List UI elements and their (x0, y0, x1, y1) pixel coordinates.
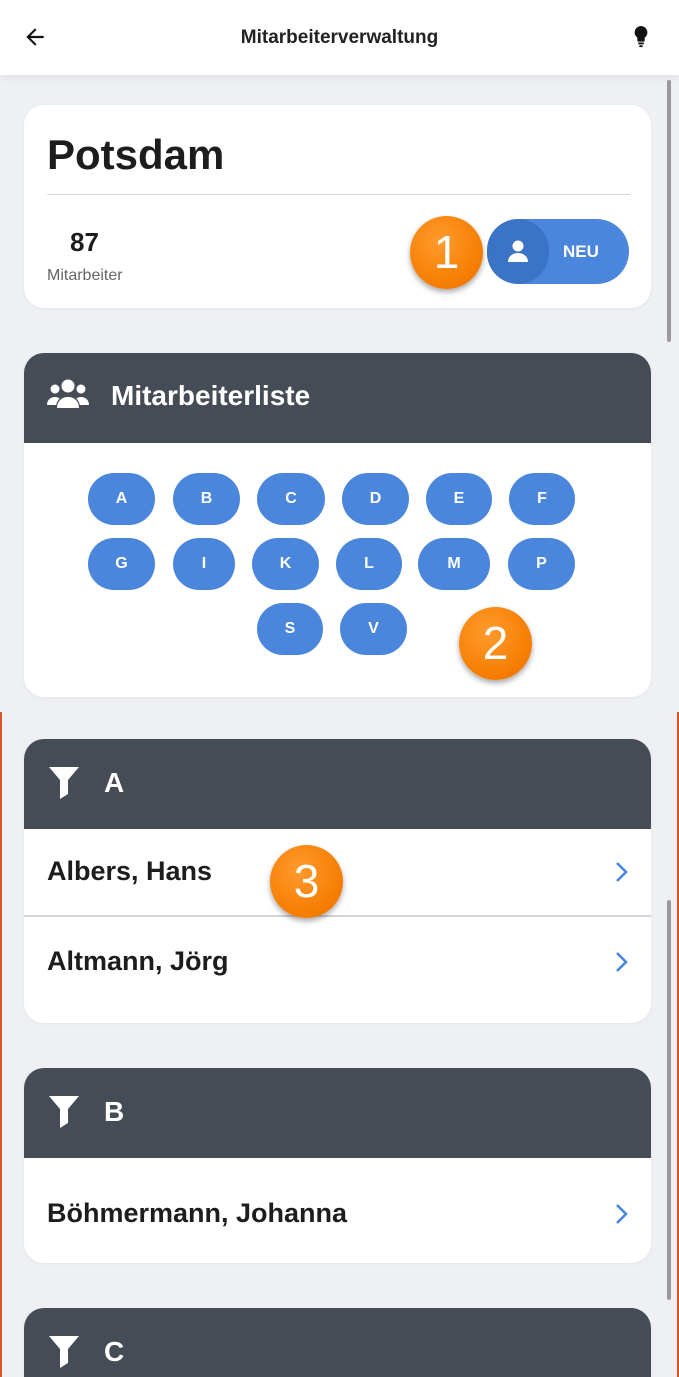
group-header-c: C (24, 1308, 651, 1377)
new-employee-button[interactable]: NEU (487, 219, 629, 284)
employee-name: Altmann, Jörg (47, 946, 229, 976)
location-card: Potsdam 87 Mitarbeiter NEU (24, 105, 651, 308)
employee-row[interactable]: Altmann, Jörg (24, 919, 651, 1007)
group-card-b: B Böhmermann, Johanna (24, 1068, 651, 1263)
letter-button-i[interactable]: I (173, 538, 235, 590)
letter-button-d[interactable]: D (342, 473, 409, 525)
step-badge-1: 1 (410, 216, 483, 289)
employee-name: Albers, Hans (47, 856, 213, 886)
letter-button-l[interactable]: L (336, 538, 402, 590)
letter-button-p[interactable]: P (508, 538, 575, 590)
frame-border-left (0, 712, 2, 1377)
employee-list-header: Mitarbeiterliste (24, 353, 651, 443)
new-button-label: NEU (563, 242, 599, 261)
user-icon (508, 240, 528, 262)
group-letter: C (104, 1336, 125, 1367)
scrollbar[interactable] (667, 80, 671, 342)
scrollbar-secondary[interactable] (667, 900, 671, 1300)
employee-count: 87 (70, 227, 99, 257)
employee-count-label: Mitarbeiter (47, 267, 123, 284)
lightbulb-icon[interactable] (630, 24, 652, 50)
letter-filter: A B C D E F G I K L M P S V (24, 443, 651, 697)
employee-list-card: Mitarbeiterliste A B C D E F G I K L M P… (24, 353, 651, 697)
filter-icon (49, 1336, 79, 1368)
step-badge-2: 2 (459, 607, 532, 680)
employee-row[interactable]: Böhmermann, Johanna (24, 1171, 651, 1259)
divider (47, 194, 630, 195)
letter-button-c[interactable]: C (257, 473, 325, 525)
page-title: Mitarbeiterverwaltung (240, 27, 439, 48)
letter-button-k[interactable]: K (252, 538, 319, 590)
group-card-c: C (24, 1308, 651, 1377)
letter-button-e[interactable]: E (426, 473, 492, 525)
group-header-a: A (24, 739, 651, 829)
employee-name: Böhmermann, Johanna (47, 1198, 348, 1228)
filter-icon (49, 767, 79, 799)
chevron-right-icon (616, 952, 628, 972)
step-badge-3: 3 (270, 845, 343, 918)
location-name: Potsdam (47, 131, 225, 178)
group-header-b: B (24, 1068, 651, 1158)
letter-button-v[interactable]: V (340, 603, 407, 655)
app-bar: Mitarbeiterverwaltung (0, 0, 679, 75)
employee-list-title: Mitarbeiterliste (111, 380, 311, 411)
chevron-right-icon (616, 862, 628, 882)
filter-icon (49, 1096, 79, 1128)
letter-button-m[interactable]: M (418, 538, 490, 590)
letter-button-s[interactable]: S (257, 603, 323, 655)
letter-button-g[interactable]: G (88, 538, 155, 590)
group-letter: A (104, 767, 125, 798)
letter-button-a[interactable]: A (88, 473, 155, 525)
chevron-right-icon (616, 1204, 628, 1224)
letter-button-b[interactable]: B (173, 473, 240, 525)
users-icon (47, 379, 89, 408)
letter-button-f[interactable]: F (509, 473, 575, 525)
group-letter: B (104, 1096, 125, 1127)
